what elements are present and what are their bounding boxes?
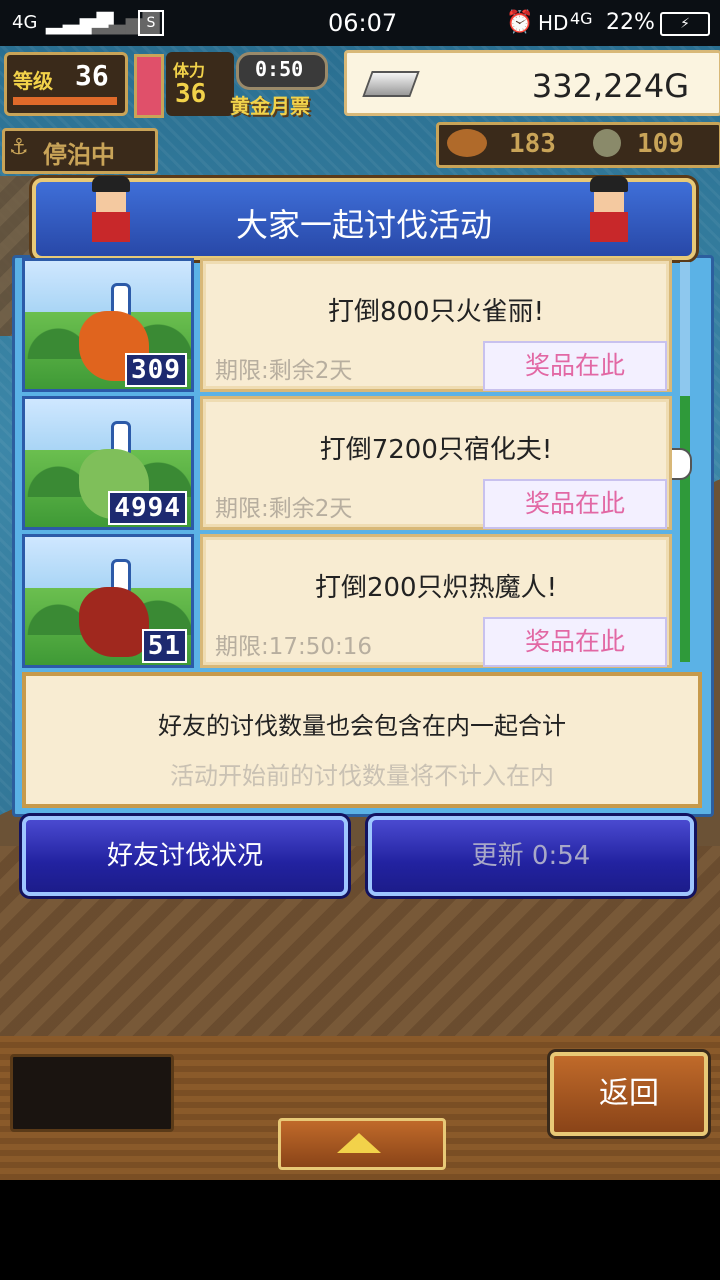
docked-status: 停泊中 (43, 141, 115, 169)
food-icon (447, 129, 487, 157)
stamina-value: 36 (175, 79, 207, 109)
event-thumb-3[interactable]: 51 (22, 534, 194, 668)
prize-button[interactable]: 奖品在此 (483, 341, 667, 391)
note-line-2: 活动开始前的讨伐数量将不计入在内 (170, 762, 554, 790)
exp-bar (13, 97, 117, 105)
expand-button[interactable] (278, 1118, 446, 1170)
stamina-panel: 体力 36 (166, 52, 234, 116)
event-title: 打倒200只炽热魔人! (314, 573, 558, 603)
bottom-bar: 返回 (0, 1036, 720, 1180)
event-thumb-1[interactable]: 309 (22, 258, 194, 392)
stamina-label: 体力 (173, 61, 206, 80)
battery-icon: ⚡ (660, 12, 710, 36)
event-card-2[interactable]: 打倒7200只宿化夫! 期限:剩余2天 奖品在此 (200, 396, 672, 530)
kill-count: 4994 (108, 491, 187, 525)
event-card-3[interactable]: 打倒200只炽热魔人! 期限:17:50:16 奖品在此 (200, 534, 672, 668)
back-button[interactable]: 返回 (550, 1052, 708, 1136)
status-panel: ⚓ 停泊中 (2, 128, 158, 174)
battery-percent: 22% (606, 10, 655, 35)
bottom-blank (0, 1180, 720, 1280)
level-panel: 等级 36 (4, 52, 128, 116)
clock: 06:07 (328, 9, 398, 37)
network2-label: 4G (570, 9, 593, 28)
silver-ingot-icon (362, 71, 420, 97)
event-limit: 期限:17:50:16 (215, 634, 373, 660)
stamina-bar (134, 54, 164, 118)
coin-icon (593, 129, 621, 157)
gold-pass-label[interactable]: 黄金月票 (230, 90, 310, 119)
event-thumb-2[interactable]: 4994 (22, 396, 194, 530)
prize-button[interactable]: 奖品在此 (483, 479, 667, 529)
timer: 0:50 (255, 57, 304, 81)
empty-slot (10, 1054, 174, 1132)
refresh-button[interactable]: 更新 0:54 (368, 816, 694, 896)
resource-panel: 183 109 (436, 122, 720, 168)
event-limit: 期限:剩余2天 (215, 496, 353, 522)
timer-panel: 0:50 (236, 52, 328, 90)
note-line-1: 好友的讨伐数量也会包含在内一起合计 (158, 712, 566, 740)
pirate-mascot-left-icon (86, 176, 136, 246)
friend-status-button[interactable]: 好友讨伐状况 (22, 816, 348, 896)
event-card-1[interactable]: 打倒800只火雀丽! 期限:剩余2天 奖品在此 (200, 258, 672, 392)
event-title: 打倒800只火雀丽! (327, 297, 545, 327)
gold-panel: 332,224G (344, 50, 720, 116)
anchor-icon: ⚓ (9, 135, 29, 160)
gold-amount: 332,224G (531, 67, 689, 105)
network-label: 4G (12, 12, 38, 33)
kill-count: 309 (125, 353, 187, 387)
monster-icon (79, 587, 149, 657)
scrollbar-thumb[interactable] (680, 396, 690, 662)
kill-count: 51 (141, 629, 187, 663)
resource1-value: 183 (509, 129, 556, 159)
status-bar: 4G ▂▃▅▇ ▂▃▅▇ S 06:07 ⏰ HD 4G 22% ⚡ (0, 0, 720, 46)
prize-button[interactable]: 奖品在此 (483, 617, 667, 667)
level-label: 等级 (13, 69, 53, 93)
screenshot-icon: S (138, 10, 164, 36)
hd-label: HD (538, 11, 569, 35)
event-limit: 期限:剩余2天 (215, 358, 353, 384)
event-title: 打倒7200只宿化夫! (319, 435, 553, 465)
pirate-mascot-right-icon (584, 176, 634, 246)
resource2-value: 109 (637, 129, 684, 159)
arrow-up-icon (337, 1133, 381, 1153)
alarm-icon: ⏰ (506, 10, 534, 35)
info-note: 好友的讨伐数量也会包含在内一起合计 活动开始前的讨伐数量将不计入在内 (22, 672, 702, 808)
level-value: 36 (75, 59, 109, 92)
